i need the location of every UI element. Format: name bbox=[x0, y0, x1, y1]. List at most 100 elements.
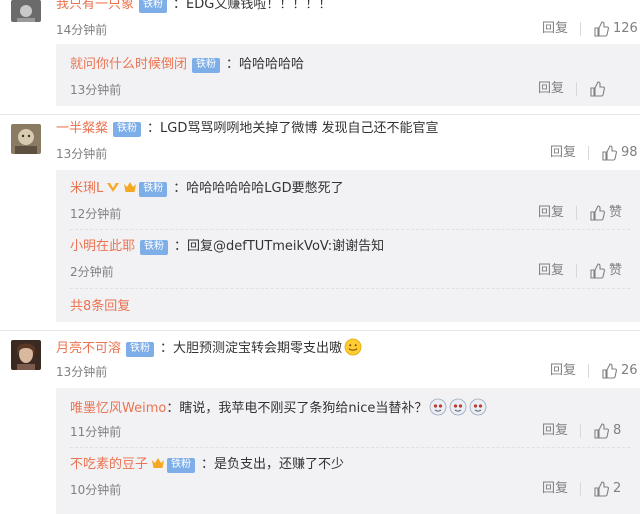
timestamp: 11分钟前 bbox=[70, 425, 122, 439]
username-link[interactable]: 不吃素的豆子 bbox=[70, 457, 148, 472]
reply-line: 不吃素的豆子 铁粉 ：是负支出，还赚了不少 bbox=[70, 456, 344, 474]
comment-line: 月亮不可溶 铁粉 ：大胆预测淀宝转会期零支出嗷 bbox=[56, 338, 362, 358]
thumbs-up-icon[interactable] bbox=[601, 145, 618, 161]
reply-divider bbox=[70, 288, 630, 289]
colon: ： bbox=[226, 57, 240, 72]
comment-divider bbox=[0, 114, 640, 115]
reply-button[interactable]: 回复 bbox=[550, 144, 576, 162]
reply-actions: 回复 赞 bbox=[538, 262, 622, 280]
like-count[interactable]: 98 bbox=[621, 144, 638, 162]
reply-text: 瞎说，我苹电不刚买了条狗给nice当替补？ bbox=[179, 401, 428, 416]
reply-line: 唯墨忆风Weimo：瞎说，我苹电不刚买了条狗给nice当替补？ bbox=[70, 398, 487, 418]
crown-icon bbox=[151, 456, 165, 470]
reply-actions: 回复 赞 bbox=[538, 204, 622, 222]
thumbs-up-icon[interactable] bbox=[589, 205, 606, 221]
reply-button[interactable]: 回复 bbox=[550, 362, 576, 380]
fan-badge[interactable]: 铁粉 bbox=[192, 58, 221, 73]
comment-actions: 回复 26 bbox=[550, 362, 638, 380]
username-link[interactable]: 唯墨忆风Weimo bbox=[70, 401, 166, 416]
action-divider bbox=[580, 22, 582, 36]
reply-divider bbox=[70, 447, 630, 448]
comment-actions: 回复 98 bbox=[550, 144, 638, 162]
action-divider bbox=[580, 424, 582, 438]
comment-text: 大胆预测淀宝转会期零支出嗷 bbox=[173, 341, 343, 356]
username-link[interactable]: 一半粲粲 bbox=[56, 121, 108, 136]
timestamp: 13分钟前 bbox=[56, 365, 108, 379]
action-divider bbox=[588, 364, 590, 378]
like-count[interactable]: 126 bbox=[613, 20, 638, 38]
reply-text: 哈哈哈哈哈哈LGD要憋死了 bbox=[186, 181, 344, 196]
colon: ： bbox=[173, 181, 187, 196]
username-link[interactable]: 月亮不可溶 bbox=[56, 341, 121, 356]
action-divider bbox=[580, 482, 582, 496]
reply-text: 是负支出，还赚了不少 bbox=[214, 457, 345, 472]
comment-line: 一半粲粲 铁粉 ：LGD骂骂咧咧地关掉了微博 发现自己还不能官宣 bbox=[56, 120, 439, 138]
timestamp: 13分钟前 bbox=[56, 147, 108, 161]
thumbs-up-icon[interactable] bbox=[589, 81, 606, 97]
comment-line: 我只有一只象 铁粉 ：EDG又赚钱啦！！！！！ bbox=[56, 0, 331, 14]
more-replies-link[interactable]: 共8条回复 bbox=[70, 298, 130, 316]
comment-divider bbox=[0, 330, 640, 331]
dog-emoji-icon bbox=[429, 398, 447, 416]
reply-button[interactable]: 回复 bbox=[542, 422, 568, 440]
colon: ： bbox=[174, 239, 188, 254]
colon: ： bbox=[160, 341, 174, 356]
fan-badge[interactable]: 铁粉 bbox=[167, 458, 196, 473]
thumbs-up-icon[interactable] bbox=[589, 263, 606, 279]
like-count[interactable]: 8 bbox=[613, 422, 621, 440]
comment-actions: 回复 126 bbox=[542, 20, 638, 38]
username-link[interactable]: 我只有一只象 bbox=[56, 0, 134, 12]
like-label[interactable]: 赞 bbox=[609, 262, 622, 280]
like-count[interactable]: 26 bbox=[621, 362, 638, 380]
reply-button[interactable]: 回复 bbox=[538, 204, 564, 222]
timestamp: 12分钟前 bbox=[70, 207, 122, 221]
username-link[interactable]: 就问你什么时候倒闭 bbox=[70, 57, 187, 72]
reply-text: 哈哈哈哈哈 bbox=[239, 57, 305, 72]
dog-emoji-icon bbox=[449, 398, 467, 416]
action-divider bbox=[588, 146, 590, 160]
timestamp: 10分钟前 bbox=[70, 483, 122, 497]
reply-button[interactable]: 回复 bbox=[538, 80, 564, 98]
thumbs-up-icon[interactable] bbox=[593, 481, 610, 497]
vip-v-icon bbox=[106, 180, 120, 194]
comment-text: EDG又赚钱啦！！！！！ bbox=[186, 0, 332, 12]
colon: ： bbox=[173, 0, 187, 12]
fan-badge[interactable]: 铁粉 bbox=[139, 182, 168, 197]
reply-actions: 回复 8 bbox=[542, 422, 621, 440]
avatar[interactable] bbox=[11, 124, 41, 154]
like-count[interactable]: 2 bbox=[613, 480, 621, 498]
reply-actions: 回复 2 bbox=[542, 480, 621, 498]
timestamp: 13分钟前 bbox=[70, 83, 122, 97]
timestamp: 14分钟前 bbox=[56, 23, 108, 37]
action-divider bbox=[576, 82, 578, 96]
fan-badge[interactable]: 铁粉 bbox=[126, 342, 155, 357]
avatar[interactable] bbox=[11, 340, 41, 370]
like-label[interactable]: 赞 bbox=[609, 204, 622, 222]
avatar[interactable] bbox=[11, 0, 41, 22]
reply-actions: 回复 bbox=[538, 80, 609, 98]
thumbs-up-icon[interactable] bbox=[593, 423, 610, 439]
fan-badge[interactable]: 铁粉 bbox=[140, 240, 169, 255]
reply-divider bbox=[70, 229, 630, 230]
username-link[interactable]: 小明在此耶 bbox=[70, 239, 135, 254]
reply-line: 就问你什么时候倒闭 铁粉 ：哈哈哈哈哈 bbox=[70, 56, 304, 74]
reply-button[interactable]: 回复 bbox=[542, 20, 568, 38]
username-link[interactable]: 米琍L bbox=[70, 181, 103, 196]
reply-button[interactable]: 回复 bbox=[538, 262, 564, 280]
reply-text: 回复@defTUTmeikVoV:谢谢告知 bbox=[187, 239, 385, 254]
fan-badge[interactable]: 铁粉 bbox=[113, 122, 142, 137]
action-divider bbox=[576, 206, 578, 220]
thumbs-up-icon[interactable] bbox=[601, 363, 618, 379]
timestamp: 2分钟前 bbox=[70, 265, 114, 279]
crown-icon bbox=[123, 180, 137, 194]
thumbs-up-icon[interactable] bbox=[593, 21, 610, 37]
dog-emoji-icon bbox=[469, 398, 487, 416]
smile-emoji-icon bbox=[344, 338, 362, 356]
colon: ： bbox=[201, 457, 215, 472]
reply-line: 小明在此耶 铁粉 ：回复@defTUTmeikVoV:谢谢告知 bbox=[70, 238, 384, 256]
colon: ： bbox=[166, 401, 180, 416]
action-divider bbox=[576, 264, 578, 278]
fan-badge[interactable]: 铁粉 bbox=[139, 0, 168, 13]
reply-button[interactable]: 回复 bbox=[542, 480, 568, 498]
reply-line: 米琍L 铁粉 ：哈哈哈哈哈哈LGD要憋死了 bbox=[70, 180, 344, 198]
